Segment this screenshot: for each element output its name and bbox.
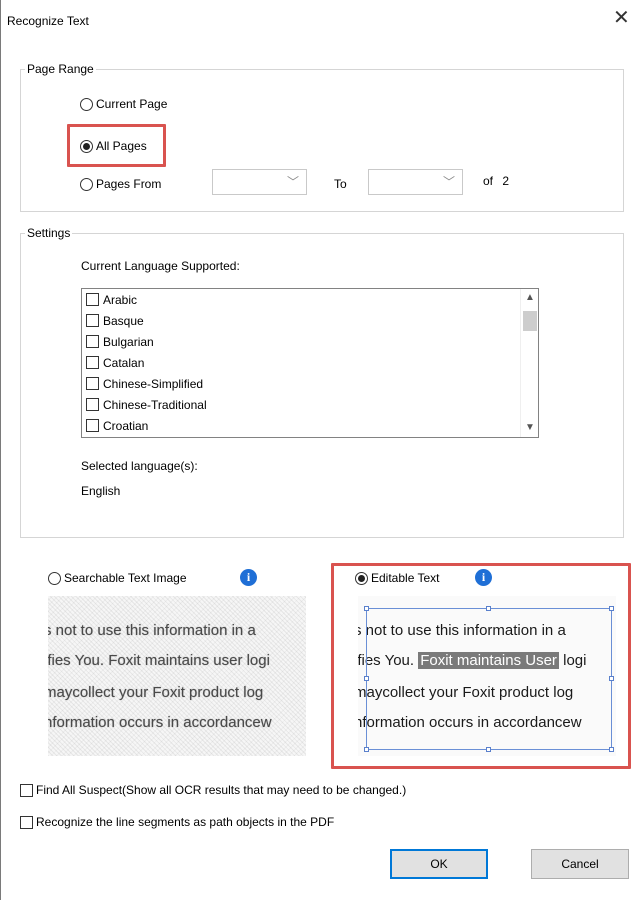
settings-legend: Settings [27, 226, 71, 240]
language-list: Arabic Basque Bulgarian Catalan Chinese-Simp… [82, 289, 538, 436]
resize-handle[interactable] [486, 606, 491, 611]
pages-from-label: Pages From [96, 177, 162, 191]
language-scrollbar[interactable]: ▲ ▼ [520, 289, 538, 437]
find-all-suspect-checkbox[interactable]: Find All Suspect(Show all OCR results th… [20, 783, 406, 797]
radio-icon [48, 571, 61, 585]
resize-handle[interactable] [364, 747, 369, 752]
language-list-item[interactable]: Catalan [82, 352, 538, 373]
radio-checked-icon [355, 571, 368, 585]
dialog-border [0, 0, 1, 900]
resize-handle[interactable] [609, 676, 614, 681]
of-label: of [483, 174, 494, 188]
radio-icon [80, 177, 93, 191]
searchable-preview-image: s not to use this information in a ifies… [48, 596, 306, 756]
language-list-item[interactable]: Arabic [82, 289, 538, 310]
dialog-title: Recognize Text [7, 14, 89, 28]
language-label: Catalan [103, 355, 145, 370]
pages-to-select[interactable]: ﹀ [368, 169, 463, 195]
radio-checked-icon [80, 139, 93, 153]
selected-languages-label: Selected language(s): [81, 459, 198, 473]
editable-text-radio[interactable]: Editable Text [355, 571, 440, 585]
checkbox-icon [20, 783, 33, 797]
checkbox-icon [20, 815, 33, 829]
language-label: Chinese-Simplified [103, 376, 204, 391]
language-label: Bulgarian [103, 334, 154, 349]
preview-line: nformation occurs in accordancew [48, 714, 272, 731]
language-label: Chinese-Traditional [103, 397, 207, 412]
checkbox-icon[interactable] [86, 398, 99, 411]
current-page-radio[interactable]: Current Page [80, 97, 167, 111]
chevron-down-icon: ﹀ [286, 175, 299, 189]
selected-languages-value: English [81, 484, 121, 498]
language-list-item[interactable]: Bulgarian [82, 331, 538, 352]
info-icon[interactable]: i [475, 569, 492, 586]
checkbox-icon[interactable] [86, 419, 99, 432]
language-label: Croatian [103, 418, 149, 433]
checkbox-icon[interactable] [86, 314, 99, 327]
text-selection-frame [366, 608, 612, 750]
language-list-item[interactable]: Croatian [82, 415, 538, 436]
language-label: Basque [103, 313, 144, 328]
scroll-up-icon[interactable]: ▲ [521, 289, 538, 307]
resize-handle[interactable] [609, 606, 614, 611]
language-label: Arabic [103, 292, 138, 307]
searchable-text-image-label: Searchable Text Image [64, 571, 187, 585]
all-pages-radio[interactable]: All Pages [80, 139, 147, 153]
language-listbox[interactable]: Arabic Basque Bulgarian Catalan Chinese-Simp… [81, 288, 539, 438]
of-pages-label: of 2 [483, 174, 509, 188]
language-list-label: Current Language Supported: [81, 259, 240, 273]
to-label: To [334, 177, 347, 191]
total-pages: 2 [502, 174, 510, 188]
searchable-text-image-radio[interactable]: Searchable Text Image [48, 571, 187, 585]
preview-line: s not to use this information in a [48, 622, 256, 639]
line-segments-checkbox[interactable]: Recognize the line segments as path obje… [20, 815, 334, 829]
current-page-label: Current Page [96, 97, 168, 111]
editable-preview-image: s not to use this information in a ifies… [358, 596, 616, 756]
cancel-button[interactable]: Cancel [531, 849, 629, 879]
checkbox-icon[interactable] [86, 335, 99, 348]
preview-line: maycollect your Foxit product log [48, 684, 264, 701]
radio-icon [80, 97, 93, 111]
scroll-thumb[interactable] [523, 311, 537, 331]
all-pages-label: All Pages [96, 139, 147, 153]
resize-handle[interactable] [364, 606, 369, 611]
language-list-item[interactable]: Chinese-Traditional [82, 394, 538, 415]
find-all-suspect-label: Find All Suspect(Show all OCR results th… [36, 783, 407, 797]
pages-from-select[interactable]: ﹀ [212, 169, 307, 195]
ok-button[interactable]: OK [390, 849, 488, 879]
chevron-down-icon: ﹀ [442, 175, 455, 189]
editable-text-label: Editable Text [371, 571, 440, 585]
line-segments-label: Recognize the line segments as path obje… [36, 815, 335, 829]
pages-from-radio[interactable]: Pages From [80, 177, 161, 191]
preview-line: ifies You. Foxit maintains user logi [48, 652, 270, 669]
scroll-down-icon[interactable]: ▼ [521, 419, 538, 437]
resize-handle[interactable] [609, 747, 614, 752]
close-icon[interactable]: ✕ [613, 8, 630, 28]
resize-handle[interactable] [364, 676, 369, 681]
checkbox-icon[interactable] [86, 356, 99, 369]
resize-handle[interactable] [486, 747, 491, 752]
language-list-item[interactable]: Chinese-Simplified [82, 373, 538, 394]
checkbox-icon[interactable] [86, 377, 99, 390]
language-list-item[interactable]: Basque [82, 310, 538, 331]
checkbox-icon[interactable] [86, 293, 99, 306]
page-range-legend: Page Range [27, 62, 94, 76]
info-icon[interactable]: i [240, 569, 257, 586]
